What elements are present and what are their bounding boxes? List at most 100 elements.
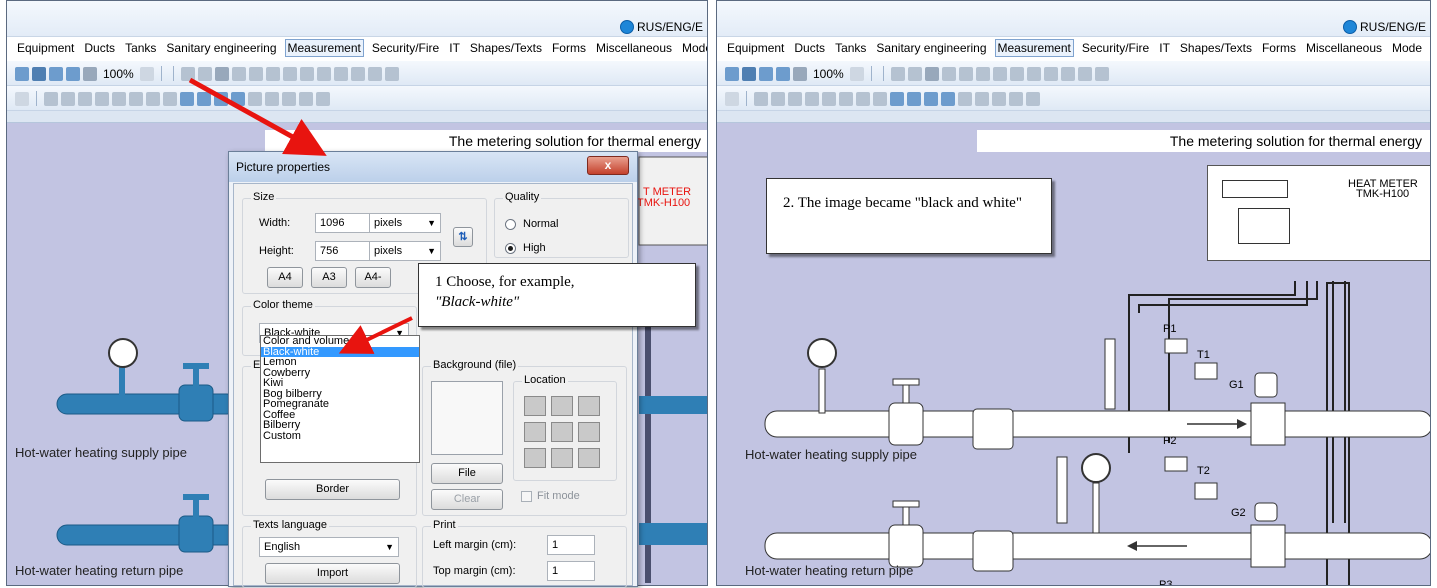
textbox-icon[interactable] [941,66,956,81]
location-cell[interactable] [551,396,573,416]
location-cell[interactable] [524,448,546,468]
align-bottom-icon[interactable] [805,91,819,106]
ellipse-icon[interactable] [248,66,263,81]
menu-it[interactable]: IT [1157,40,1172,56]
distribute-v-icon[interactable] [129,91,143,106]
language-selector[interactable]: RUS/ENG/E [619,20,703,34]
fill-icon[interactable] [180,66,195,81]
location-cell[interactable] [524,396,546,416]
menu-shapes[interactable]: Shapes/Texts [468,40,544,56]
location-cell[interactable] [578,396,600,416]
menu-sanitary[interactable]: Sanitary engineering [164,40,278,56]
page-icon[interactable] [849,66,864,81]
language-selector[interactable]: RUS/ENG/E [1342,20,1426,34]
color-theme-option[interactable]: Cowberry [261,367,419,379]
image-icon[interactable] [992,66,1007,81]
color-theme-option[interactable]: Bilberry [261,420,419,431]
color-theme-option[interactable]: Lemon [261,357,419,368]
menu-measurement[interactable]: Measurement [994,39,1074,57]
menu-ducts[interactable]: Ducts [82,40,117,56]
send-back-icon[interactable] [907,91,921,106]
table-icon[interactable] [1009,66,1024,81]
close-button[interactable]: x [587,156,629,175]
lock-icon[interactable] [992,91,1006,106]
location-cell[interactable] [524,422,546,442]
align-left-icon[interactable] [44,91,58,106]
zoom-out-icon[interactable] [66,66,80,81]
paste-icon[interactable] [1009,91,1023,106]
rectangle-icon[interactable] [214,66,229,81]
fit-mode-checkbox[interactable] [521,491,532,502]
same-height-icon[interactable] [873,91,887,106]
height-field[interactable]: 756 [315,241,371,261]
line-icon[interactable] [907,66,922,81]
menu-ducts[interactable]: Ducts [792,40,827,56]
menu-sanitary[interactable]: Sanitary engineering [874,40,988,56]
menu-forms[interactable]: Forms [550,40,588,56]
layer-down-icon[interactable] [231,91,245,106]
rotate-icon[interactable] [975,91,989,106]
picture-properties-icon[interactable] [725,66,739,81]
location-cell[interactable] [578,448,600,468]
clear-button[interactable]: Clear [431,489,503,510]
menu-security[interactable]: Security/Fire [1080,40,1151,56]
align-top-icon[interactable] [788,91,802,106]
paste-icon[interactable] [299,91,313,106]
delete-icon[interactable] [1026,91,1040,106]
send-back-icon[interactable] [197,91,211,106]
menu-security[interactable]: Security/Fire [370,40,441,56]
delete-icon[interactable] [316,91,330,106]
menu-forms[interactable]: Forms [1260,40,1298,56]
fill-icon[interactable] [890,66,905,81]
file-button[interactable]: File [431,463,503,484]
border-button[interactable]: Border [265,479,400,500]
layer-up-icon[interactable] [924,91,938,106]
rectangle-icon[interactable] [924,66,939,81]
menu-mode[interactable]: Mode [1390,40,1424,56]
quality-normal-radio[interactable] [505,219,516,230]
lock-icon[interactable] [282,91,296,106]
menu-tanks[interactable]: Tanks [123,40,158,56]
image-icon[interactable] [282,66,297,81]
quality-high-radio[interactable] [505,243,516,254]
location-cell[interactable] [551,422,573,442]
zoom-in-icon[interactable] [49,66,63,81]
line-icon[interactable] [197,66,212,81]
hand-icon[interactable] [793,66,807,81]
table-icon[interactable] [299,66,314,81]
copy-style-icon[interactable] [316,66,331,81]
same-width-icon[interactable] [856,91,870,106]
location-cell[interactable] [551,448,573,468]
top-margin-field[interactable]: 1 [547,561,595,581]
distribute-icon[interactable] [822,91,836,106]
menu-misc[interactable]: Miscellaneous [1304,40,1384,56]
zoom-in-icon[interactable] [759,66,773,81]
group-icon[interactable] [1094,66,1109,81]
copy-style-icon[interactable] [1026,66,1041,81]
color-icon[interactable] [333,66,348,81]
group-icon[interactable] [384,66,399,81]
menu-equipment[interactable]: Equipment [725,40,786,56]
snap-icon[interactable] [248,91,262,106]
shape-icon[interactable] [265,66,280,81]
distribute-icon[interactable] [112,91,126,106]
menu-shapes[interactable]: Shapes/Texts [1178,40,1254,56]
same-width-icon[interactable] [146,91,160,106]
align-center-icon[interactable] [61,91,75,106]
distribute-v-icon[interactable] [839,91,853,106]
import-button[interactable]: Import [265,563,400,584]
texts-language-select[interactable]: English ▼ [259,537,399,557]
align-icon[interactable] [367,66,382,81]
menu-equipment[interactable]: Equipment [15,40,76,56]
layer-up-icon[interactable] [214,91,228,106]
a4-landscape-button[interactable]: A4- [355,267,391,288]
layer-down-icon[interactable] [941,91,955,106]
same-height-icon[interactable] [163,91,177,106]
align-left-icon[interactable] [754,91,768,106]
height-unit-select[interactable]: pixels ▼ [369,241,441,261]
fit-page-icon[interactable] [742,66,756,81]
menu-tanks[interactable]: Tanks [833,40,868,56]
arrange-icon[interactable] [1060,66,1075,81]
color-theme-option[interactable]: Pomegranate [261,399,419,410]
color-theme-option[interactable]: Custom [261,430,419,442]
